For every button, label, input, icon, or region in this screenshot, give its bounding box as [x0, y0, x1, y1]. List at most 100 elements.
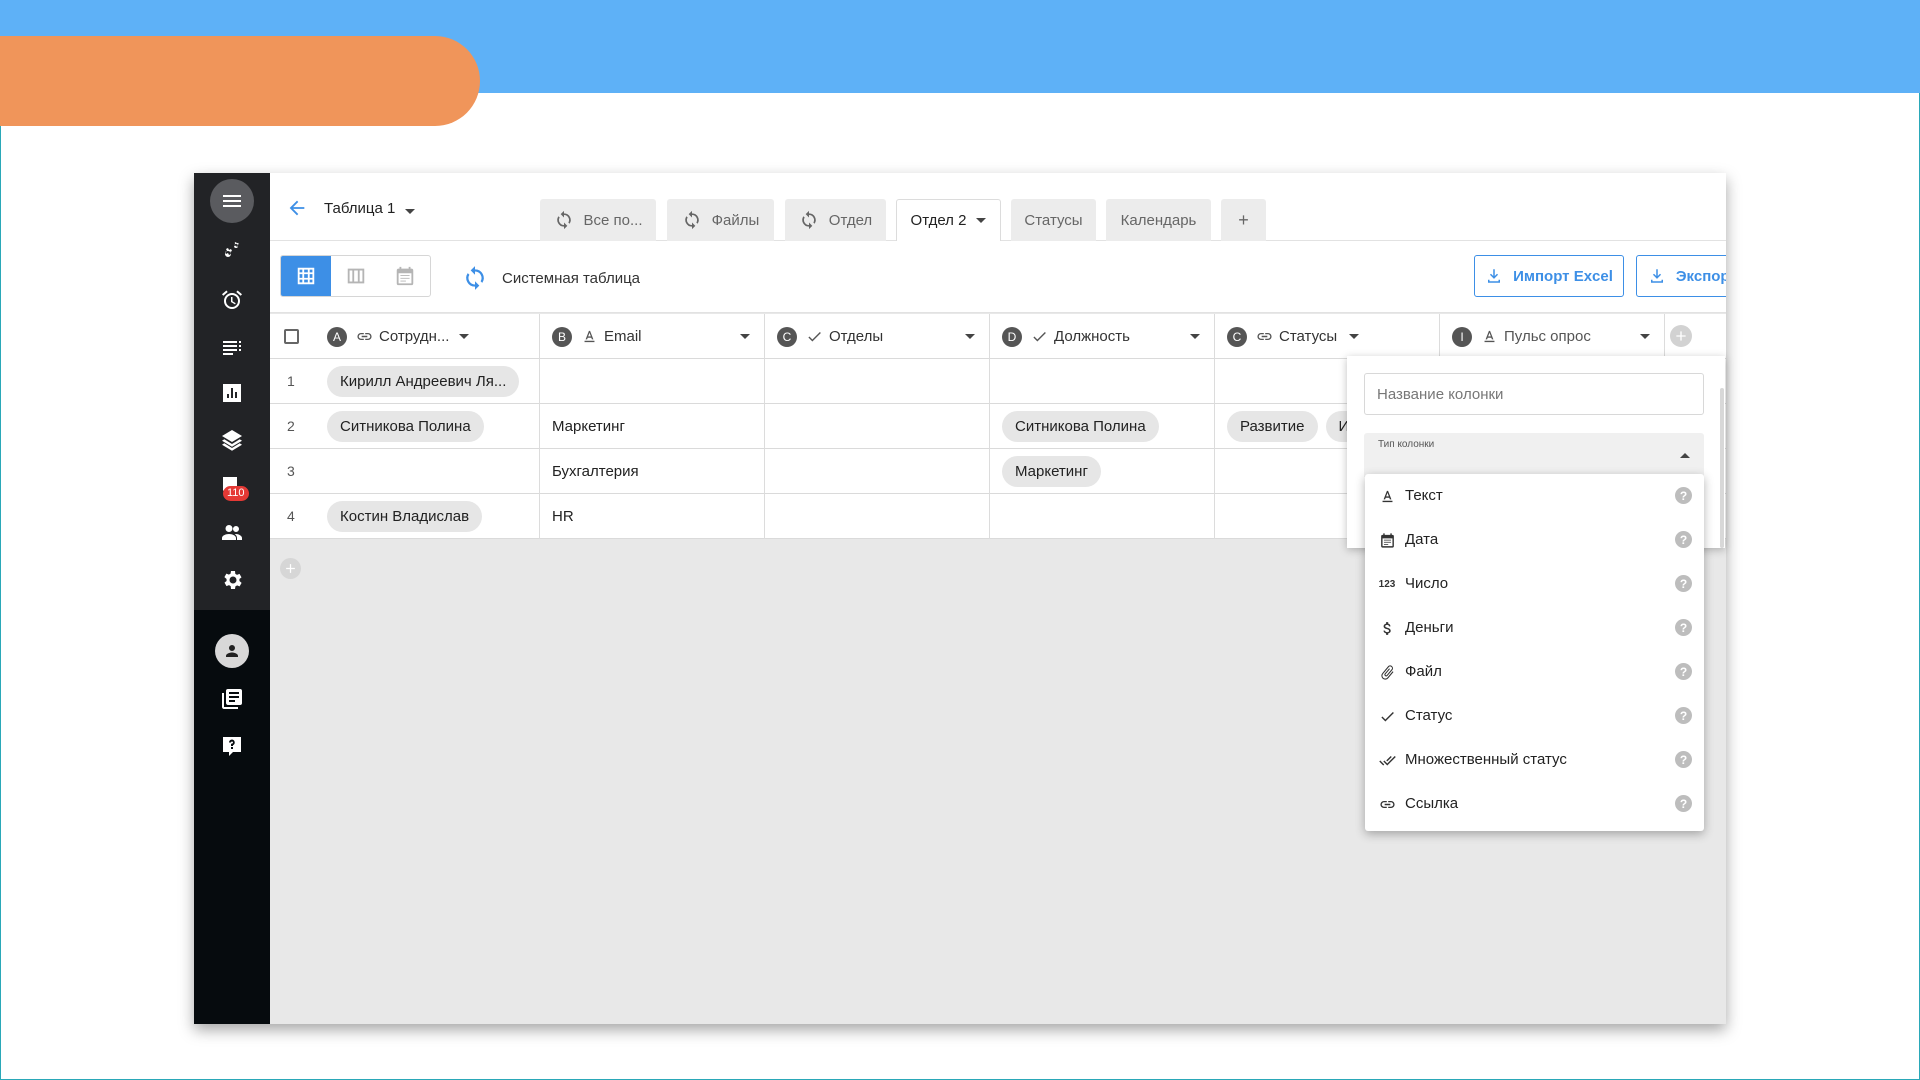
- reminders-button[interactable]: [194, 280, 270, 320]
- chevron-down-icon[interactable]: [1190, 334, 1200, 339]
- help-icon[interactable]: ?: [1675, 575, 1692, 592]
- type-option-status[interactable]: Статус ?: [1365, 694, 1704, 738]
- column-header-pulse-survey[interactable]: I Пульс опрос: [1440, 314, 1665, 359]
- cell-departments[interactable]: [765, 449, 990, 494]
- type-option-label: Ссылка: [1405, 795, 1459, 812]
- help-icon[interactable]: ?: [1675, 487, 1692, 504]
- tab-label: Отдел 2: [910, 212, 967, 229]
- cell-departments[interactable]: [765, 404, 990, 449]
- chevron-down-icon[interactable]: [740, 334, 750, 339]
- kanban-view-button[interactable]: [331, 256, 381, 296]
- add-row-button[interactable]: [280, 558, 301, 579]
- column-header-statuses[interactable]: C Статусы: [1215, 314, 1440, 359]
- sync-icon: [556, 210, 571, 230]
- type-option-label: Деньги: [1405, 619, 1454, 636]
- add-column-button[interactable]: [1670, 325, 1692, 347]
- type-option-label: Число: [1405, 575, 1449, 592]
- sync-icon[interactable]: [462, 265, 488, 291]
- help-icon[interactable]: ?: [1675, 707, 1692, 724]
- plus-icon: [286, 564, 295, 573]
- select-all-checkbox[interactable]: [284, 329, 299, 344]
- reports-button[interactable]: [194, 373, 270, 413]
- import-excel-button[interactable]: Импорт Excel: [1474, 255, 1624, 297]
- status-chip[interactable]: Развитие: [1227, 411, 1318, 442]
- column-letter: B: [552, 326, 572, 347]
- cell-employee[interactable]: Костин Владислав: [315, 494, 540, 539]
- cell-email[interactable]: HR: [540, 494, 765, 539]
- cell-position[interactable]: [990, 359, 1215, 404]
- library-button[interactable]: [194, 679, 270, 719]
- chat-button[interactable]: 110: [194, 466, 270, 506]
- column-letter: D: [1002, 326, 1022, 347]
- employee-chip[interactable]: Ситникова Полина: [327, 411, 484, 442]
- help-icon[interactable]: ?: [1675, 751, 1692, 768]
- position-chip[interactable]: Ситникова Полина: [1002, 411, 1159, 442]
- column-header-departments[interactable]: C Отделы: [765, 314, 990, 359]
- cell-text: Бухгалтерия: [552, 463, 639, 480]
- cell-position[interactable]: Маркетинг: [990, 449, 1215, 494]
- cell-employee[interactable]: [315, 449, 540, 494]
- cell-email[interactable]: Маркетинг: [540, 404, 765, 449]
- profile-button[interactable]: [194, 629, 270, 673]
- tab-files[interactable]: Файлы: [667, 199, 774, 241]
- automation-button[interactable]: [194, 233, 270, 273]
- help-icon[interactable]: ?: [1675, 795, 1692, 812]
- users-button[interactable]: [194, 513, 270, 553]
- cell-departments[interactable]: [765, 494, 990, 539]
- tab-department-2[interactable]: Отдел 2: [896, 199, 1001, 241]
- type-option-text[interactable]: Текст ?: [1365, 474, 1704, 518]
- cell-employee[interactable]: Кирилл Андреевич Ля...: [315, 359, 540, 404]
- cell-email[interactable]: [540, 359, 765, 404]
- column-name-input[interactable]: Название колонки: [1364, 373, 1704, 415]
- settings-button[interactable]: [194, 560, 270, 600]
- cell-position[interactable]: Ситникова Полина: [990, 404, 1215, 449]
- column-type-dropdown: Текст ? Дата ? 123 Число ? Деньги ? Файл…: [1365, 474, 1704, 831]
- type-option-money[interactable]: Деньги ?: [1365, 606, 1704, 650]
- back-button[interactable]: [286, 197, 308, 219]
- type-option-multi-status[interactable]: Множественный статус ?: [1365, 738, 1704, 782]
- tab-calendar[interactable]: Календарь: [1106, 199, 1211, 241]
- calendar-icon: [396, 266, 414, 286]
- cell-position[interactable]: [990, 494, 1215, 539]
- type-option-date[interactable]: Дата ?: [1365, 518, 1704, 562]
- sidebar-rail: 110: [194, 173, 270, 1024]
- position-chip[interactable]: Маркетинг: [1002, 456, 1101, 487]
- alarm-clock-icon: [222, 290, 242, 309]
- table-title[interactable]: Таблица 1: [324, 200, 395, 217]
- table-title-dropdown[interactable]: [405, 201, 419, 215]
- chevron-down-icon[interactable]: [1640, 334, 1650, 339]
- column-header-employees[interactable]: A Сотрудн...: [315, 314, 540, 359]
- list-button[interactable]: [194, 327, 270, 367]
- employee-chip[interactable]: Костин Владислав: [327, 501, 483, 532]
- column-type-label: Тип колонки: [1378, 439, 1435, 450]
- column-header-position[interactable]: D Должность: [990, 314, 1215, 359]
- type-option-link[interactable]: Ссылка ?: [1365, 782, 1704, 826]
- tab-all[interactable]: Все по...: [540, 199, 656, 241]
- chevron-down-icon[interactable]: [459, 334, 470, 339]
- cell-departments[interactable]: [765, 359, 990, 404]
- layers-button[interactable]: [194, 420, 270, 460]
- column-header-email[interactable]: B Email: [540, 314, 765, 359]
- menu-button[interactable]: [194, 173, 270, 229]
- cell-email[interactable]: Бухгалтерия: [540, 449, 765, 494]
- tab-statuses[interactable]: Статусы: [1011, 199, 1096, 241]
- add-tab-button[interactable]: +: [1221, 199, 1266, 241]
- help-icon[interactable]: ?: [1675, 531, 1692, 548]
- notification-badge: 110: [223, 486, 249, 501]
- grid-view-button[interactable]: [281, 256, 331, 296]
- chevron-down-icon[interactable]: [1349, 334, 1360, 339]
- tab-department[interactable]: Отдел: [785, 199, 886, 241]
- calendar-view-button[interactable]: [380, 256, 430, 296]
- employee-chip[interactable]: Кирилл Андреевич Ля...: [327, 366, 520, 397]
- chevron-down-icon[interactable]: [965, 334, 975, 339]
- type-option-number[interactable]: 123 Число ?: [1365, 562, 1704, 606]
- cell-employee[interactable]: Ситникова Полина: [315, 404, 540, 449]
- type-option-file[interactable]: Файл ?: [1365, 650, 1704, 694]
- chevron-down-icon[interactable]: [976, 218, 987, 223]
- help-icon[interactable]: ?: [1675, 619, 1692, 636]
- help-icon[interactable]: ?: [1675, 663, 1692, 680]
- popup-scrollbar[interactable]: [1720, 388, 1724, 548]
- export-excel-button[interactable]: Экспорт Excel: [1636, 255, 1726, 297]
- column-type-select[interactable]: Тип колонки: [1364, 433, 1704, 477]
- help-button[interactable]: [194, 726, 270, 766]
